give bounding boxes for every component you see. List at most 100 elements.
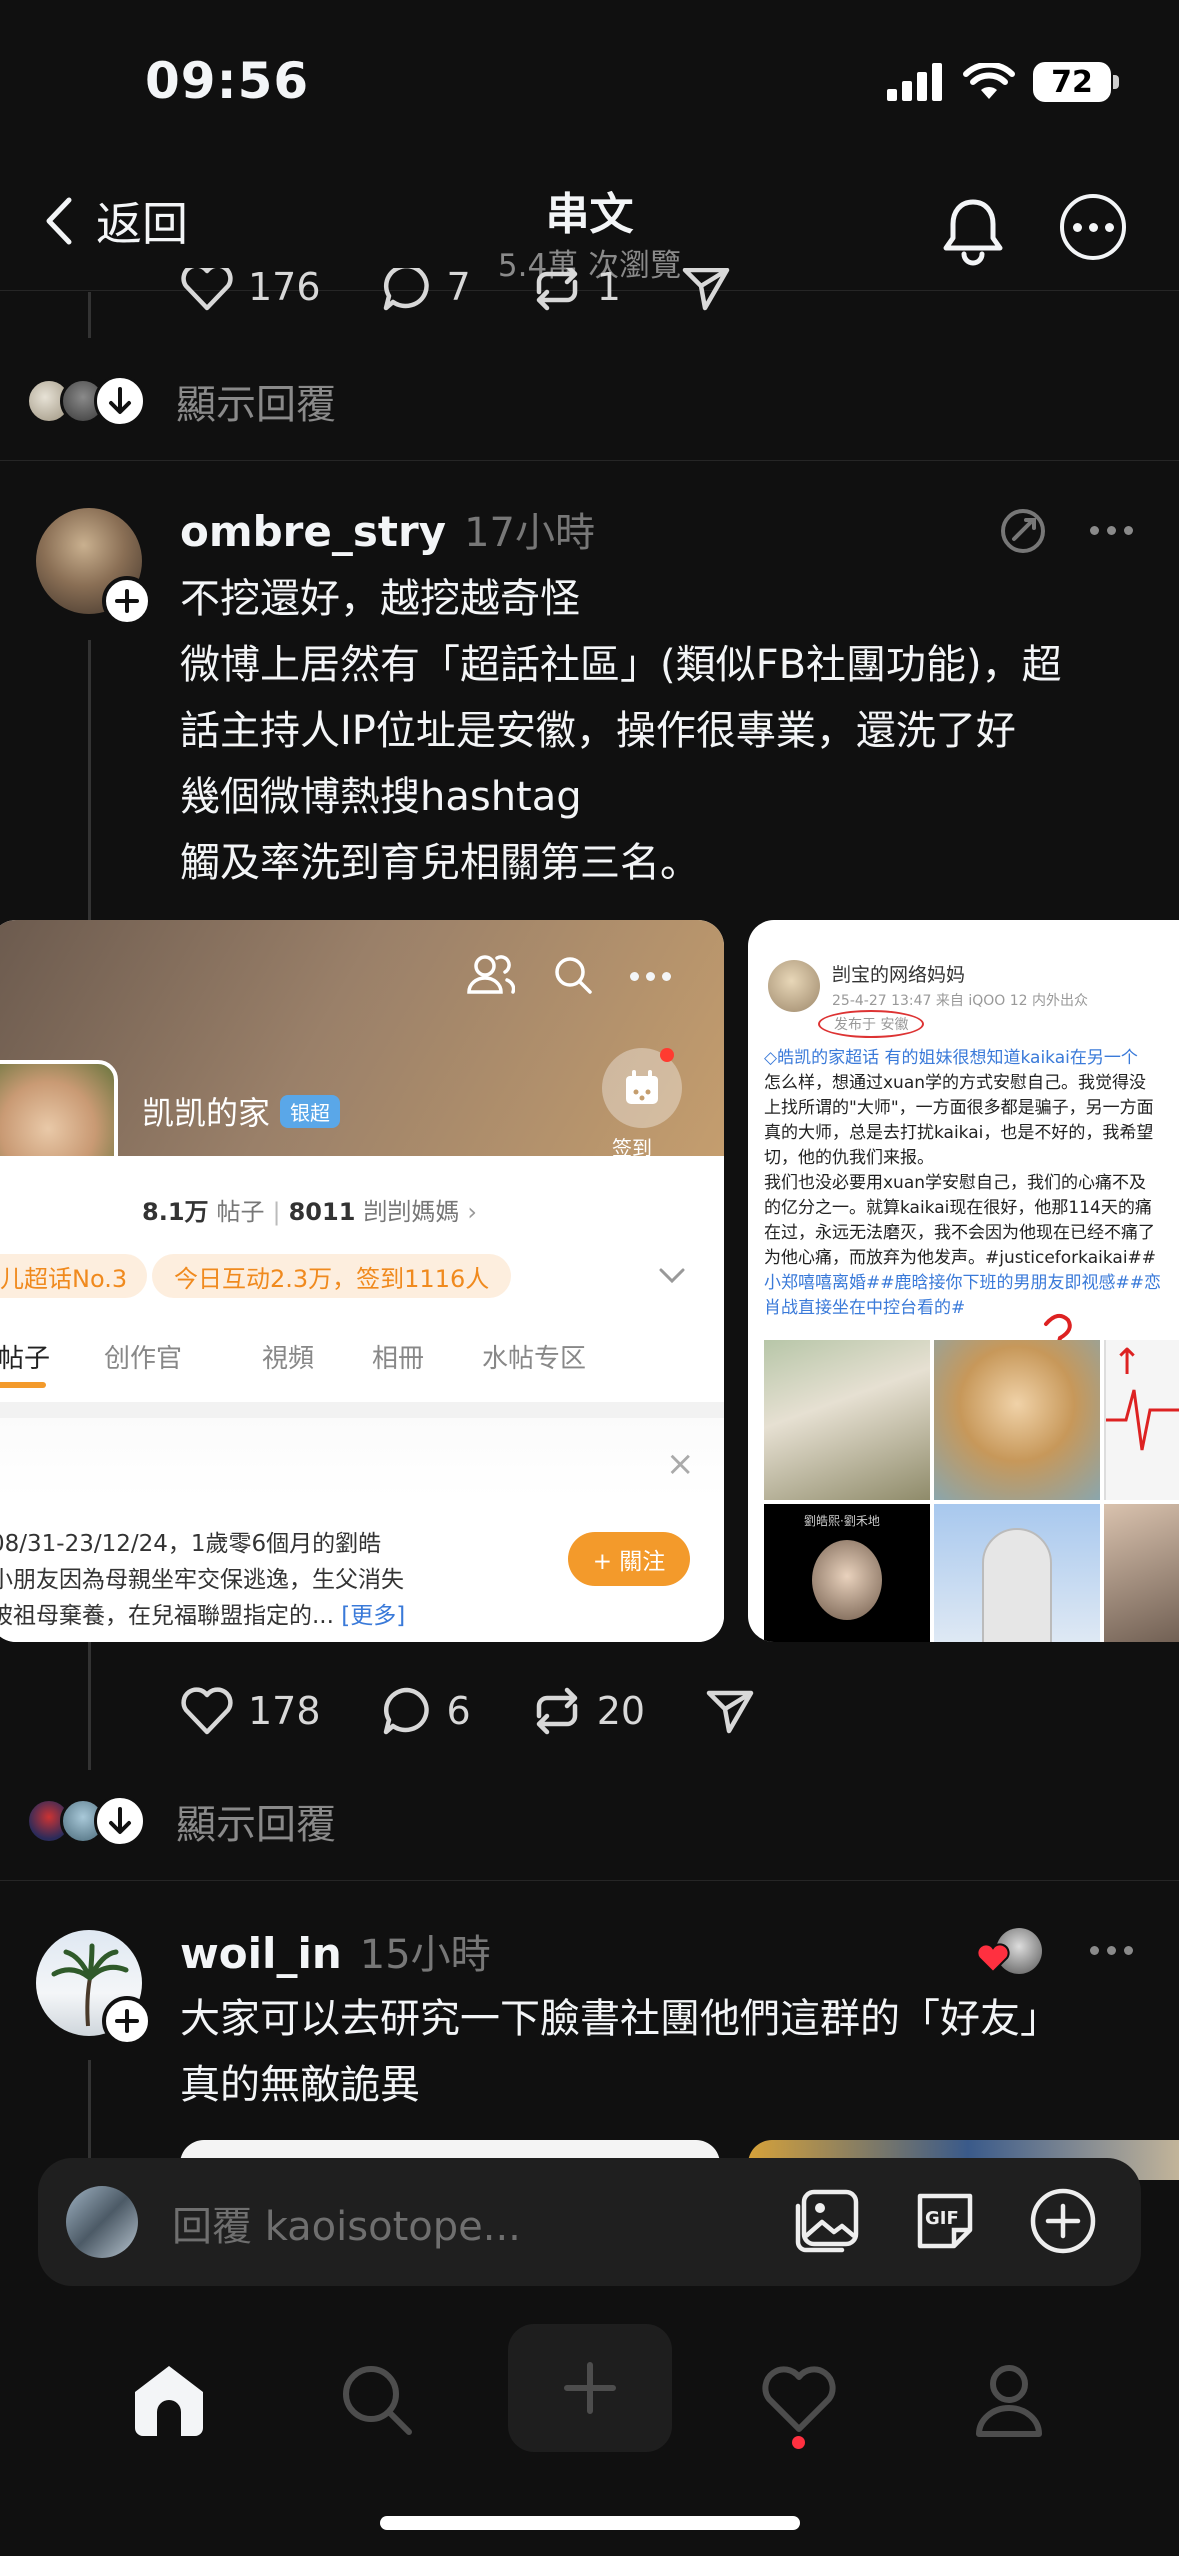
send-icon <box>706 1690 754 1734</box>
post-divider <box>0 460 1179 461</box>
follow-plus-button[interactable] <box>102 1996 152 2046</box>
desc-line-3: 被祖母棄養，在兒福聯盟指定的... [更多] <box>0 1598 405 1634</box>
chevron-right-icon: › <box>467 1198 478 1226</box>
profile-icon <box>976 2365 1042 2437</box>
comment-button[interactable]: 7 <box>381 268 471 312</box>
status-icons: 72 <box>887 62 1119 102</box>
rank-pill: 儿超话No.3 <box>0 1254 148 1298</box>
group-stats: 8.1万 帖子 | 8011 剀剀媽媽 › <box>142 1192 477 1227</box>
body-line: 为他心痛，而放弃为他发声。#justiceforkaikai## <box>764 1248 1157 1268</box>
stats-sep: | <box>272 1198 281 1226</box>
reply-input[interactable]: 回覆 kaoisotope... <box>172 2194 521 2252</box>
notification-bell-button[interactable] <box>940 196 1006 270</box>
like-count: 176 <box>248 268 321 309</box>
tab-home[interactable] <box>104 2340 234 2460</box>
body-line: 上找所谓的"大师"，一方面很多都是骗子，另一方面 <box>764 1098 1154 1118</box>
translate-button[interactable] <box>998 506 1048 560</box>
repost-button[interactable]: 20 <box>531 1686 645 1736</box>
tab-profile[interactable] <box>944 2340 1074 2460</box>
heart-filled-icon <box>976 1943 1010 1974</box>
more-icon <box>630 972 671 981</box>
arrow-down-icon <box>94 1795 146 1847</box>
group-members-icon <box>467 955 515 994</box>
status-time: 09:56 <box>145 52 310 110</box>
post-line: 觸及率洗到育兒相關第三名。 <box>180 840 700 886</box>
weibo-body: ◇皓凯的家超话 有的姐妹很想知道kaikai在另一个 怎么样，想通过xuan学的… <box>764 1046 1179 1321</box>
active-tab-indicator <box>0 1382 46 1388</box>
post-body: 大家可以去研究一下臉書社團他們這群的「好友」 真的無敵詭異 <box>180 1986 1160 2118</box>
calendar-icon <box>626 1070 658 1104</box>
dot <box>662 972 671 981</box>
post-image-weibo-post[interactable]: 剀宝的网络妈妈 25-4-27 13:47 来自 iQOO 12 内外出众 发布… <box>748 920 1179 1642</box>
comment-icon <box>383 1687 429 1735</box>
post-line: 話主持人IP位址是安徽，操作很專業，還洗了好 <box>180 708 1016 754</box>
group-tab: 帖子 <box>0 1344 51 1374</box>
heart-icon <box>181 1687 233 1735</box>
translate-icon <box>1001 509 1045 553</box>
posts-count: 8.1万 <box>142 1198 209 1226</box>
desc-text: 被祖母棄養，在兒福聯盟指定的... <box>0 1603 334 1629</box>
tab-create[interactable] <box>508 2324 672 2452</box>
body-line: 的亿分之一。就算kaikai现在很好，他那114天的痛 <box>764 1198 1152 1218</box>
share-button[interactable] <box>705 1687 755 1735</box>
dot <box>1107 1946 1116 1955</box>
like-button[interactable]: 176 <box>180 268 321 312</box>
heartbeat-icon: ↑ <box>1106 1342 1179 1451</box>
gravestone <box>982 1528 1052 1642</box>
body-line: 我们也没必要用xuan学安慰自己，我们的心痛不及 <box>764 1173 1147 1193</box>
image-icon <box>795 2189 859 2253</box>
photo-gravestone <box>934 1504 1100 1642</box>
post-more-button[interactable] <box>1090 526 1133 535</box>
repost-icon <box>536 268 577 311</box>
more-link: [更多] <box>341 1603 406 1629</box>
bell-icon <box>943 199 1003 266</box>
reply-composer[interactable]: 回覆 kaoisotope... GIF <box>38 2158 1141 2286</box>
more-options-button[interactable] <box>1060 194 1126 260</box>
group-tabs: 帖子 创作官 視頻 相冊 水帖专区 <box>0 1338 724 1375</box>
dot <box>1124 526 1133 535</box>
group-description: 08/31-23/12/24，1歲零6個月的劉皓 小朋友因為母親坐牢交保逃逸，生… <box>0 1526 405 1634</box>
author-avatar <box>768 960 820 1012</box>
username[interactable]: ombre_stry <box>180 507 446 556</box>
photo-caption: 劉皓熙·劉禾地 <box>804 1514 880 1528</box>
posts-label: 帖子 <box>216 1198 265 1226</box>
show-replies-row[interactable]: 顯示回覆 <box>26 1792 336 1850</box>
search-icon <box>343 2366 412 2435</box>
photo-memorial-black: 劉皓熙·劉禾地 <box>764 1504 930 1642</box>
gif-button[interactable]: GIF <box>910 2186 980 2260</box>
follow-group-button: + 關注 <box>568 1532 690 1586</box>
group-info-panel: 8.1万 帖子 | 8011 剀剀媽媽 › 儿超话No.3 今日互动2.3万，签… <box>0 1156 724 1642</box>
group-tab: 创作官 <box>104 1344 183 1374</box>
section-gap <box>0 1402 724 1418</box>
body-line: 肖战直接坐在中控台看的# <box>764 1298 966 1318</box>
group-title-row: 凯凯的家 银超 <box>142 1088 341 1134</box>
photo-child-painting <box>934 1340 1100 1500</box>
post-more-button[interactable] <box>1090 1946 1133 1955</box>
show-replies-row[interactable]: 顯示回覆 <box>26 372 336 430</box>
attach-image-button[interactable] <box>792 2186 862 2260</box>
dot <box>1090 1946 1099 1955</box>
add-attachment-button[interactable] <box>1028 2186 1098 2260</box>
members-label: 剀剀媽媽 <box>363 1198 460 1226</box>
post-time: 15小時 <box>359 1932 491 1978</box>
repost-button[interactable]: 1 <box>531 268 621 312</box>
post-divider <box>0 1880 1179 1881</box>
comment-button[interactable]: 6 <box>381 1686 471 1736</box>
like-button[interactable]: 178 <box>180 1686 321 1736</box>
follow-plus-button[interactable] <box>102 576 152 626</box>
dot <box>630 972 639 981</box>
thread-line <box>88 292 91 338</box>
post-image-weibo-group[interactable]: 凯凯的家 银超 签到 8.1万 帖子 | 8011 剀剀媽媽 › 儿超话No.3… <box>0 920 724 1642</box>
share-button[interactable] <box>681 268 731 312</box>
plus-icon <box>564 2362 616 2414</box>
show-replies-label: 顯示回覆 <box>176 382 336 428</box>
post-body: 不挖還好，越挖越奇怪 微博上居然有「超話社區」(類似FB社團功能)，超 話主持人… <box>180 566 1140 896</box>
search-icon <box>555 957 592 994</box>
dot <box>1124 1946 1133 1955</box>
username[interactable]: woil_in <box>180 1929 342 1978</box>
tab-search[interactable] <box>312 2340 442 2460</box>
chevron-down-icon <box>659 1268 685 1284</box>
body-line: 真的大师，总是去打扰kaikai，也是不好的，我希望 <box>764 1123 1154 1143</box>
blurred-banner <box>0 1418 724 1498</box>
activity-notification-dot <box>792 2436 805 2449</box>
